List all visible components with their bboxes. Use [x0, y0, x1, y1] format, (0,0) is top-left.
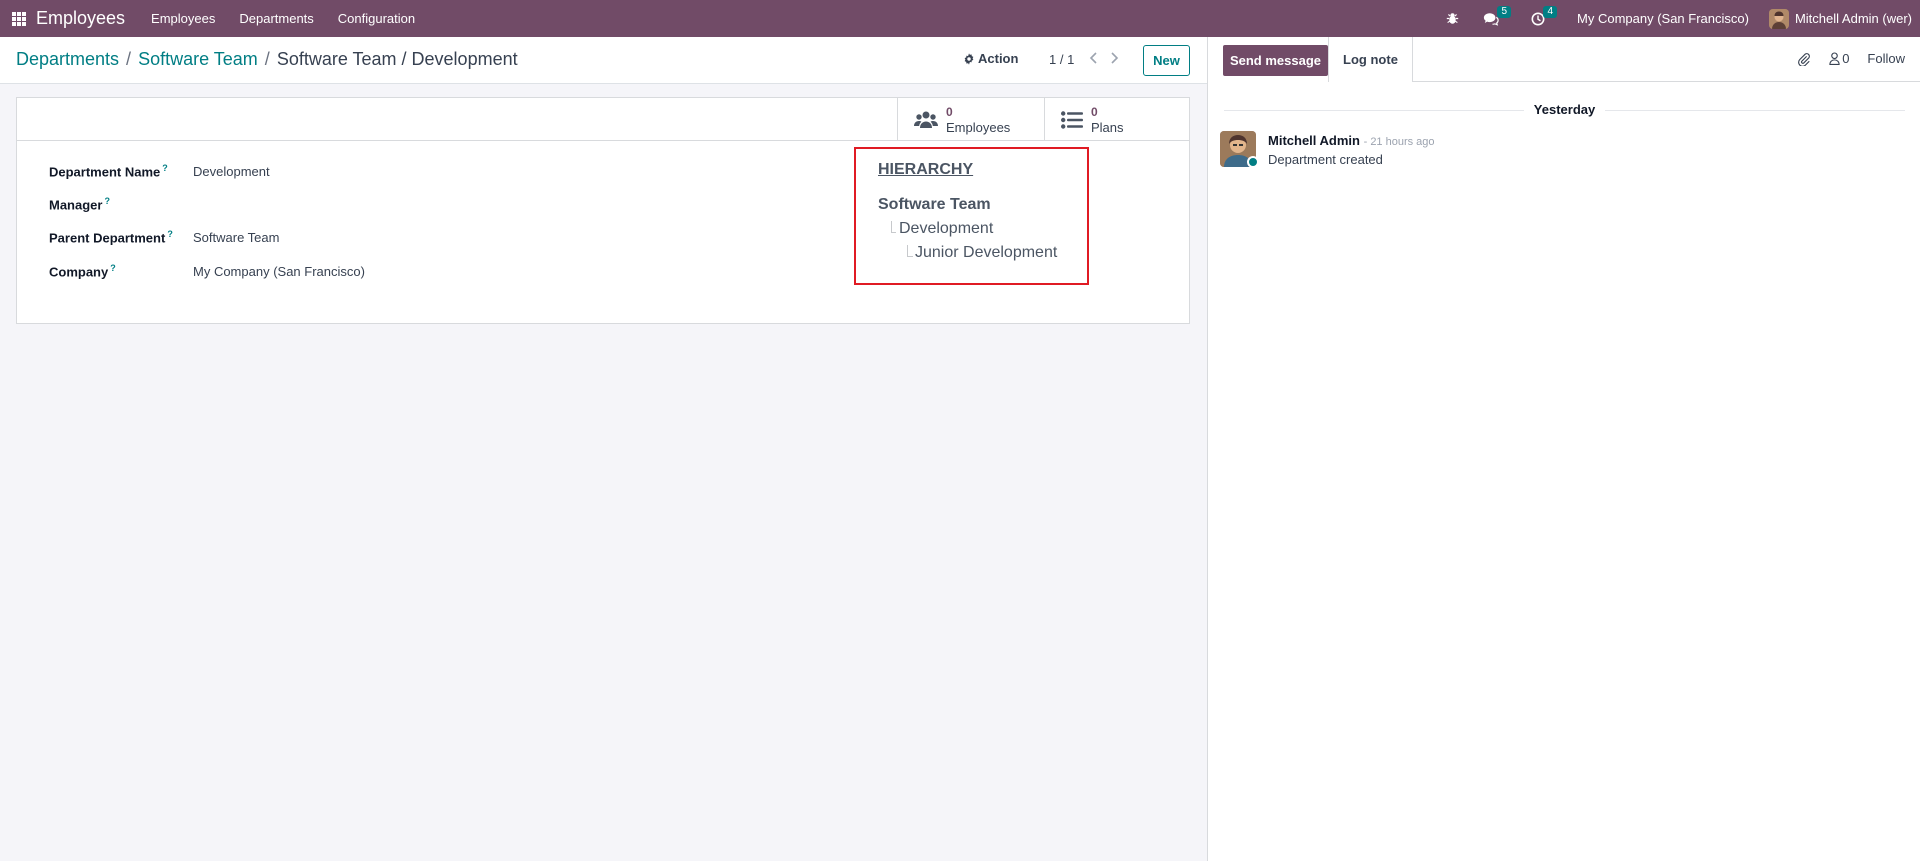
pager-navigation: [1089, 51, 1119, 65]
log-note-button[interactable]: Log note: [1328, 37, 1413, 82]
user-name: Mitchell Admin (wer): [1794, 11, 1912, 26]
help-tooltip-icon[interactable]: ?: [110, 263, 116, 273]
department-name-label: Department Name?: [49, 163, 193, 179]
help-tooltip-icon[interactable]: ?: [104, 196, 110, 206]
label-text: Parent Department: [49, 230, 166, 246]
activities-badge: 4: [1543, 5, 1558, 18]
message-time: - 21 hours ago: [1363, 136, 1435, 148]
chatter-message: Mitchell Admin - 21 hours ago Department…: [1220, 131, 1435, 168]
breadcrumb-separator: /: [126, 49, 132, 69]
department-name-row: Department Name? Development: [49, 163, 649, 179]
plans-smart-button[interactable]: 0 Plans: [1044, 98, 1189, 141]
user-icon: [1829, 52, 1840, 65]
company-label: Company?: [49, 263, 193, 279]
followers-count: 0: [1842, 51, 1850, 66]
parent-department-label: Parent Department?: [49, 229, 193, 245]
menu-departments[interactable]: Departments: [227, 11, 325, 26]
messages-badge: 5: [1497, 5, 1512, 18]
followers-button[interactable]: 0: [1829, 51, 1849, 66]
hierarchy-child-item[interactable]: Junior Development: [915, 244, 1057, 262]
avatar[interactable]: [1220, 131, 1259, 168]
hierarchy-panel: HIERARCHY Software Team Development Juni…: [854, 147, 1089, 285]
debug-bug-icon[interactable]: [1446, 12, 1459, 25]
users-icon: [914, 111, 938, 128]
date-text: Yesterday: [1525, 102, 1604, 117]
label-text: Manager: [49, 197, 103, 213]
user-avatar: [1768, 8, 1789, 29]
follow-button[interactable]: Follow: [1867, 51, 1905, 66]
divider: [1413, 81, 1920, 82]
message-header: Mitchell Admin - 21 hours ago: [1268, 133, 1435, 148]
plans-count: 0: [1091, 104, 1098, 119]
company-switcher[interactable]: My Company (San Francisco): [1577, 11, 1749, 26]
menu-configuration[interactable]: Configuration: [326, 11, 427, 26]
employees-label: Employees: [946, 119, 1011, 135]
messaging-icon[interactable]: 5: [1483, 5, 1512, 26]
breadcrumb-separator: /: [264, 49, 270, 69]
activity-clock-icon[interactable]: 4: [1531, 5, 1558, 26]
send-message-button[interactable]: Send message: [1223, 45, 1328, 76]
hierarchy-current-item: Development: [899, 220, 994, 237]
action-button[interactable]: Action: [963, 51, 1018, 66]
list-icon: [1061, 110, 1083, 129]
message-text: Department created: [1268, 152, 1383, 167]
action-label: Action: [978, 51, 1019, 66]
new-button[interactable]: New: [1143, 45, 1190, 76]
message-body: Mitchell Admin - 21 hours ago Department…: [1268, 133, 1435, 167]
breadcrumb: Departments / Software Team / Software T…: [16, 49, 518, 70]
navbar-systray: 5 4 My Company (San Francisco) Mitchell …: [1436, 0, 1920, 37]
breadcrumb-current: Software Team / Development: [276, 49, 518, 69]
chatter-panel: Send message Log note 0 Follow Yesterday…: [1207, 37, 1920, 861]
breadcrumb-software-team[interactable]: Software Team: [138, 49, 258, 70]
department-name-field[interactable]: Development: [193, 164, 270, 179]
app-menu-grid-icon[interactable]: [12, 11, 26, 26]
top-navbar: Employees Employees Departments Configur…: [0, 0, 1920, 37]
date-separator: Yesterday: [1208, 102, 1920, 117]
manager-label: Manager?: [49, 196, 193, 212]
chevron-left-icon[interactable]: [1089, 51, 1099, 65]
manager-row: Manager?: [49, 196, 649, 212]
parent-department-row: Parent Department? Software Team: [49, 229, 649, 245]
pager-value[interactable]: 1 / 1: [1049, 52, 1074, 67]
app-name[interactable]: Employees: [36, 8, 125, 29]
company-field[interactable]: My Company (San Francisco): [193, 264, 365, 279]
label-text: Department Name: [49, 164, 161, 180]
hierarchy-root-item[interactable]: Software Team: [878, 196, 991, 214]
online-status-dot: [1247, 156, 1259, 168]
hierarchy-title: HIERARCHY: [878, 161, 974, 178]
menu-employees[interactable]: Employees: [139, 11, 227, 26]
gear-icon: [964, 52, 974, 65]
paperclip-icon[interactable]: [1797, 52, 1811, 66]
user-menu[interactable]: Mitchell Admin (wer): [1768, 8, 1912, 29]
tree-connector: [907, 245, 913, 257]
tree-connector: [891, 221, 896, 233]
breadcrumb-departments[interactable]: Departments: [16, 49, 119, 70]
employees-count: 0: [946, 104, 953, 119]
employees-smart-button[interactable]: 0 Employees: [897, 98, 1044, 141]
company-row: Company? My Company (San Francisco): [49, 263, 649, 279]
chatter-topbar: Send message Log note 0 Follow: [1208, 37, 1920, 82]
label-text: Company: [49, 264, 109, 280]
smart-button-box: 0 Employees 0 Plans: [17, 98, 1189, 141]
help-tooltip-icon[interactable]: ?: [162, 163, 168, 173]
main-menu: Employees Departments Configuration: [139, 11, 427, 26]
chatter-tools: 0 Follow: [1797, 51, 1905, 66]
help-tooltip-icon[interactable]: ?: [167, 229, 173, 239]
message-author[interactable]: Mitchell Admin: [1268, 133, 1360, 148]
control-panel: Departments / Software Team / Software T…: [0, 37, 1207, 84]
plans-label: Plans: [1091, 119, 1124, 135]
parent-department-field[interactable]: Software Team: [193, 230, 279, 245]
date-separator-label: Yesterday: [1208, 102, 1920, 117]
chevron-right-icon[interactable]: [1109, 51, 1119, 65]
